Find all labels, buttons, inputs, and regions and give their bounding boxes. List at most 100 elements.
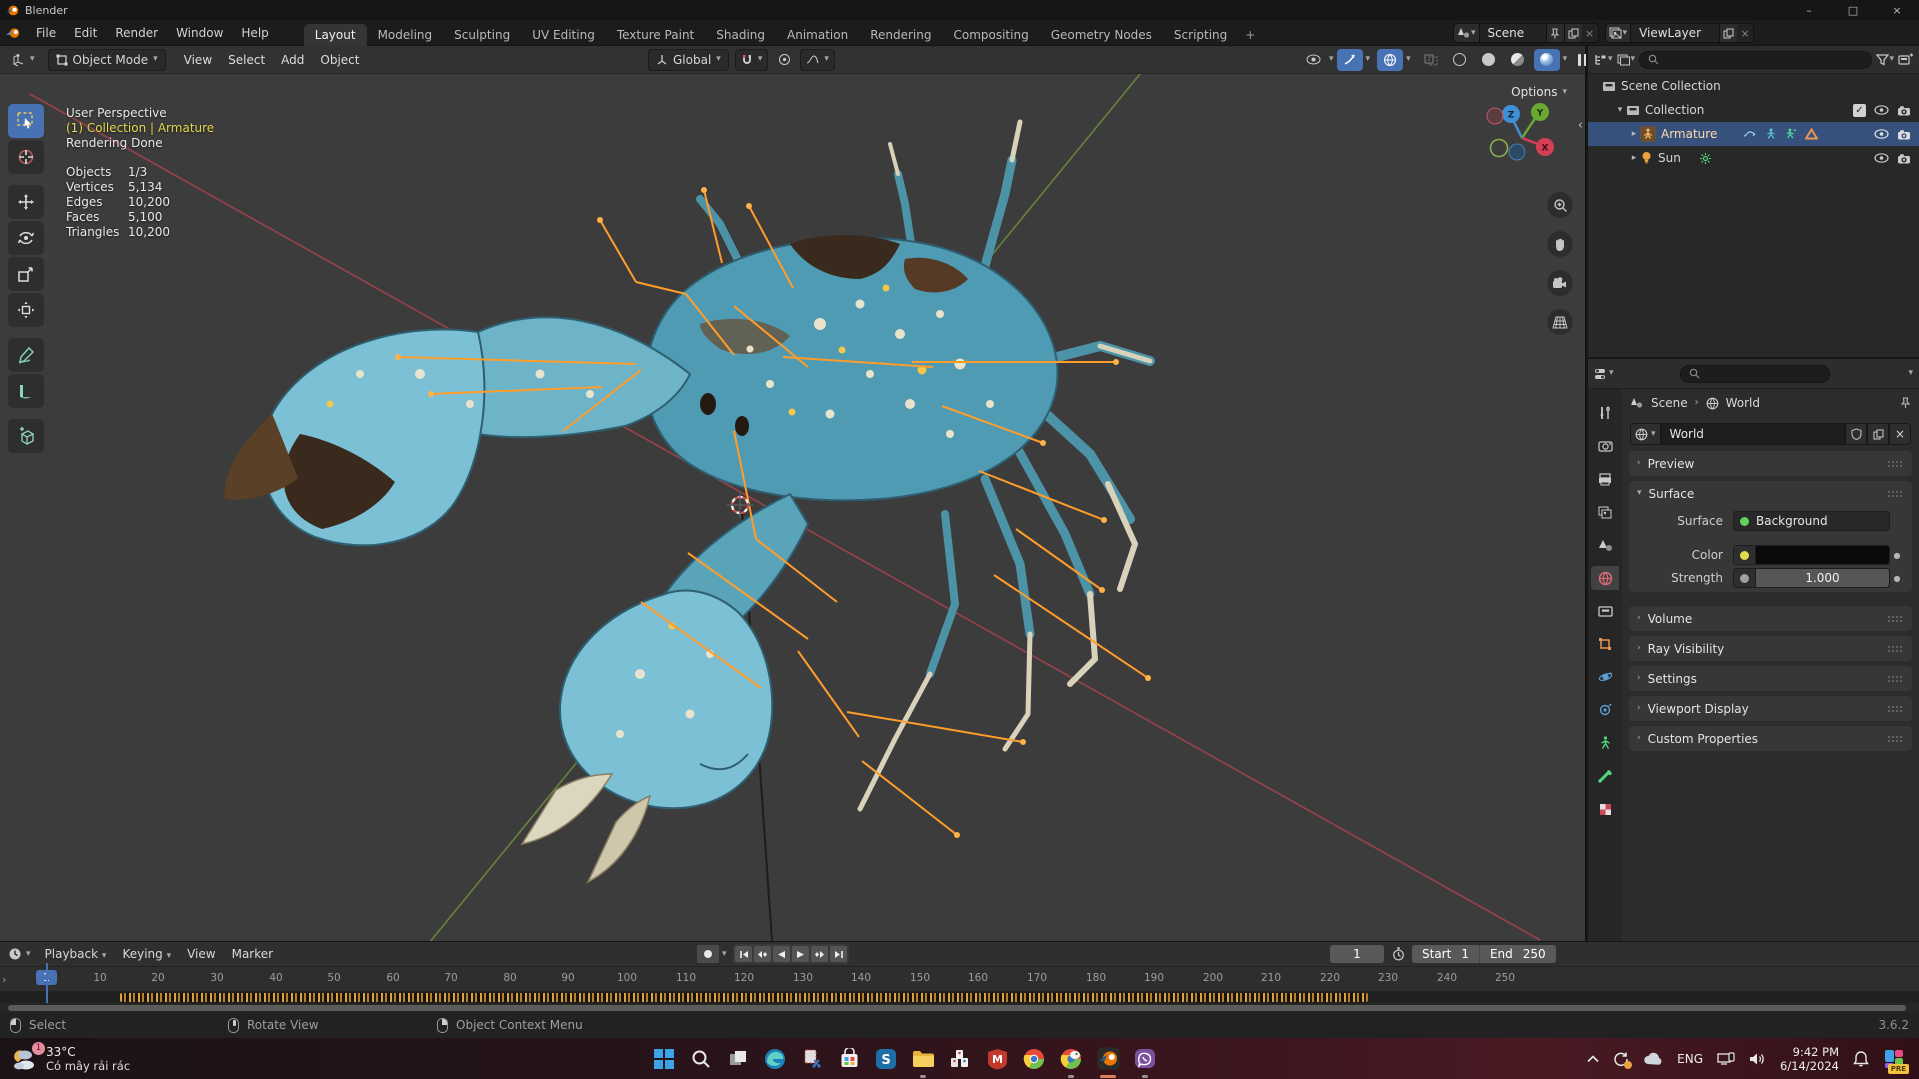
new-viewlayer-icon[interactable] <box>1719 24 1737 42</box>
timeline-scrollbar-thumb[interactable] <box>8 1005 1906 1011</box>
microsoft-store-icon[interactable] <box>837 1047 861 1071</box>
menu-edit[interactable]: Edit <box>65 23 106 43</box>
disable-render-camera-icon[interactable] <box>1897 105 1911 116</box>
keyframe-band[interactable] <box>120 993 1368 1002</box>
proportional-editing-toggle[interactable] <box>774 53 794 66</box>
orthographic-grid-icon[interactable] <box>1547 309 1573 335</box>
tab-scripting[interactable]: Scripting <box>1163 24 1238 46</box>
transform-orientation-dropdown[interactable]: Global ▾ <box>648 49 729 71</box>
world-datablock-icon[interactable]: ▾ <box>1630 423 1661 445</box>
menu-marker[interactable]: Marker <box>224 945 281 963</box>
outliner-filter-icon[interactable]: ▾ <box>1876 54 1894 66</box>
unlink-scene-icon[interactable]: × <box>1582 27 1598 40</box>
blender-menu-icon[interactable] <box>0 27 27 39</box>
tab-output[interactable] <box>1591 467 1619 491</box>
menu-view[interactable]: View <box>176 50 220 70</box>
close-button[interactable]: × <box>1875 0 1919 20</box>
menu-playback[interactable]: Playback ▾ <box>37 945 115 963</box>
weather-widget[interactable]: 1 33°C Có mây rải rác <box>10 1045 130 1073</box>
snap-toggle[interactable]: ▾ <box>735 49 769 71</box>
timeline-keyframe-channel[interactable] <box>0 992 1919 1003</box>
jump-to-end-button[interactable] <box>830 946 847 962</box>
panel-surface-header[interactable]: ▾Surface <box>1629 481 1912 506</box>
next-keyframe-button[interactable] <box>811 946 828 962</box>
tab-bone[interactable] <box>1591 764 1619 788</box>
mode-dropdown[interactable]: Object Mode ▾ <box>48 49 166 71</box>
volume-icon[interactable] <box>1749 1052 1766 1066</box>
properties-options-chevron[interactable]: ▾ <box>1908 369 1913 378</box>
tab-texture[interactable] <box>1591 797 1619 821</box>
menu-select[interactable]: Select <box>220 50 273 70</box>
prev-keyframe-button[interactable] <box>754 946 771 962</box>
show-gizmos-toggle[interactable] <box>1337 49 1363 71</box>
shading-chevron[interactable]: ▾ <box>1563 55 1568 64</box>
tab-uv-editing[interactable]: UV Editing <box>521 24 606 46</box>
chrome-profile-icon[interactable] <box>1059 1047 1083 1071</box>
panel-grip[interactable] <box>1887 460 1904 468</box>
shading-wireframe-button[interactable] <box>1447 49 1473 71</box>
gizmo-visibility-chevron[interactable]: ▾ <box>1329 55 1334 64</box>
start-frame-field[interactable]: Start1 <box>1412 945 1479 963</box>
panel-grip[interactable] <box>1887 705 1904 713</box>
outliner-display-mode-dropdown[interactable]: ▾ <box>1594 53 1613 66</box>
scene-name[interactable]: Scene <box>1480 26 1546 40</box>
pin-id-icon[interactable] <box>1900 397 1911 409</box>
tab-shading[interactable]: Shading <box>705 24 776 46</box>
show-overlays-toggle[interactable] <box>1377 49 1403 71</box>
outliner-row-sun[interactable]: ▸ Sun <box>1588 146 1919 170</box>
tool-annotate[interactable] <box>8 338 44 372</box>
crumb-scene[interactable]: Scene <box>1651 396 1688 410</box>
current-frame-field[interactable]: 1 <box>1330 945 1384 963</box>
shading-material-button[interactable] <box>1505 49 1531 71</box>
file-explorer-icon[interactable] <box>911 1047 935 1071</box>
remove-viewlayer-icon[interactable]: × <box>1737 27 1753 40</box>
menu-render[interactable]: Render <box>106 23 167 43</box>
use-preview-range-icon[interactable] <box>1392 947 1405 961</box>
task-view-button[interactable] <box>726 1047 750 1071</box>
panel-grip[interactable] <box>1887 645 1904 653</box>
tool-rotate[interactable] <box>8 221 44 255</box>
proportional-falloff-dropdown[interactable]: ▾ <box>800 49 835 71</box>
panel-grip[interactable] <box>1887 615 1904 623</box>
cast-device-icon[interactable] <box>1717 1052 1735 1066</box>
camera-view-icon[interactable] <box>1547 270 1573 296</box>
new-collection-icon[interactable] <box>1898 53 1913 66</box>
zoom-icon[interactable] <box>1547 192 1573 218</box>
show-gizmo-visibility-dropdown[interactable] <box>1300 49 1326 71</box>
tab-sculpting[interactable]: Sculpting <box>443 24 521 46</box>
menu-help[interactable]: Help <box>232 23 277 43</box>
expand-icon[interactable]: ▸ <box>1628 129 1640 139</box>
timeline-expand-icon[interactable]: › <box>2 973 6 986</box>
tab-collection[interactable] <box>1591 599 1619 623</box>
menu-window[interactable]: Window <box>167 23 232 43</box>
panel-grip[interactable] <box>1887 490 1904 498</box>
collection-checkbox[interactable]: ✓ <box>1853 104 1866 117</box>
properties-editor-type-dropdown[interactable]: ▾ <box>1594 367 1614 381</box>
search-button[interactable] <box>689 1047 713 1071</box>
auto-keying-chevron[interactable]: ▾ <box>722 950 727 959</box>
notification-bell-icon[interactable] <box>1853 1050 1869 1067</box>
chrome-icon[interactable] <box>1022 1047 1046 1071</box>
gizmos-chevron[interactable]: ▾ <box>1366 55 1371 64</box>
minimize-button[interactable]: – <box>1787 0 1831 20</box>
strength-field[interactable]: 1.000 <box>1733 568 1890 588</box>
pan-hand-icon[interactable] <box>1547 231 1573 257</box>
tool-add-cube[interactable] <box>8 419 44 453</box>
tab-data-armature[interactable] <box>1591 731 1619 755</box>
tab-rendering[interactable]: Rendering <box>859 24 942 46</box>
tab-physics[interactable] <box>1591 665 1619 689</box>
menu-object[interactable]: Object <box>312 50 367 70</box>
tab-animation[interactable]: Animation <box>776 24 859 46</box>
language-indicator[interactable]: ENG <box>1677 1052 1703 1066</box>
tool-transform[interactable] <box>8 293 44 327</box>
disable-render-camera-icon[interactable] <box>1897 153 1911 164</box>
copy-datablock-icon[interactable] <box>1867 423 1889 445</box>
panel-preview[interactable]: ›Preview <box>1629 451 1912 476</box>
tool-cursor[interactable] <box>8 140 44 174</box>
outliner-row-scene-collection[interactable]: Scene Collection <box>1588 74 1919 98</box>
hide-eye-icon[interactable] <box>1874 153 1889 163</box>
menu-file[interactable]: File <box>27 23 65 43</box>
color-field[interactable] <box>1733 545 1890 565</box>
strength-value[interactable]: 1.000 <box>1756 569 1889 587</box>
world-name-field[interactable]: World <box>1661 423 1845 445</box>
